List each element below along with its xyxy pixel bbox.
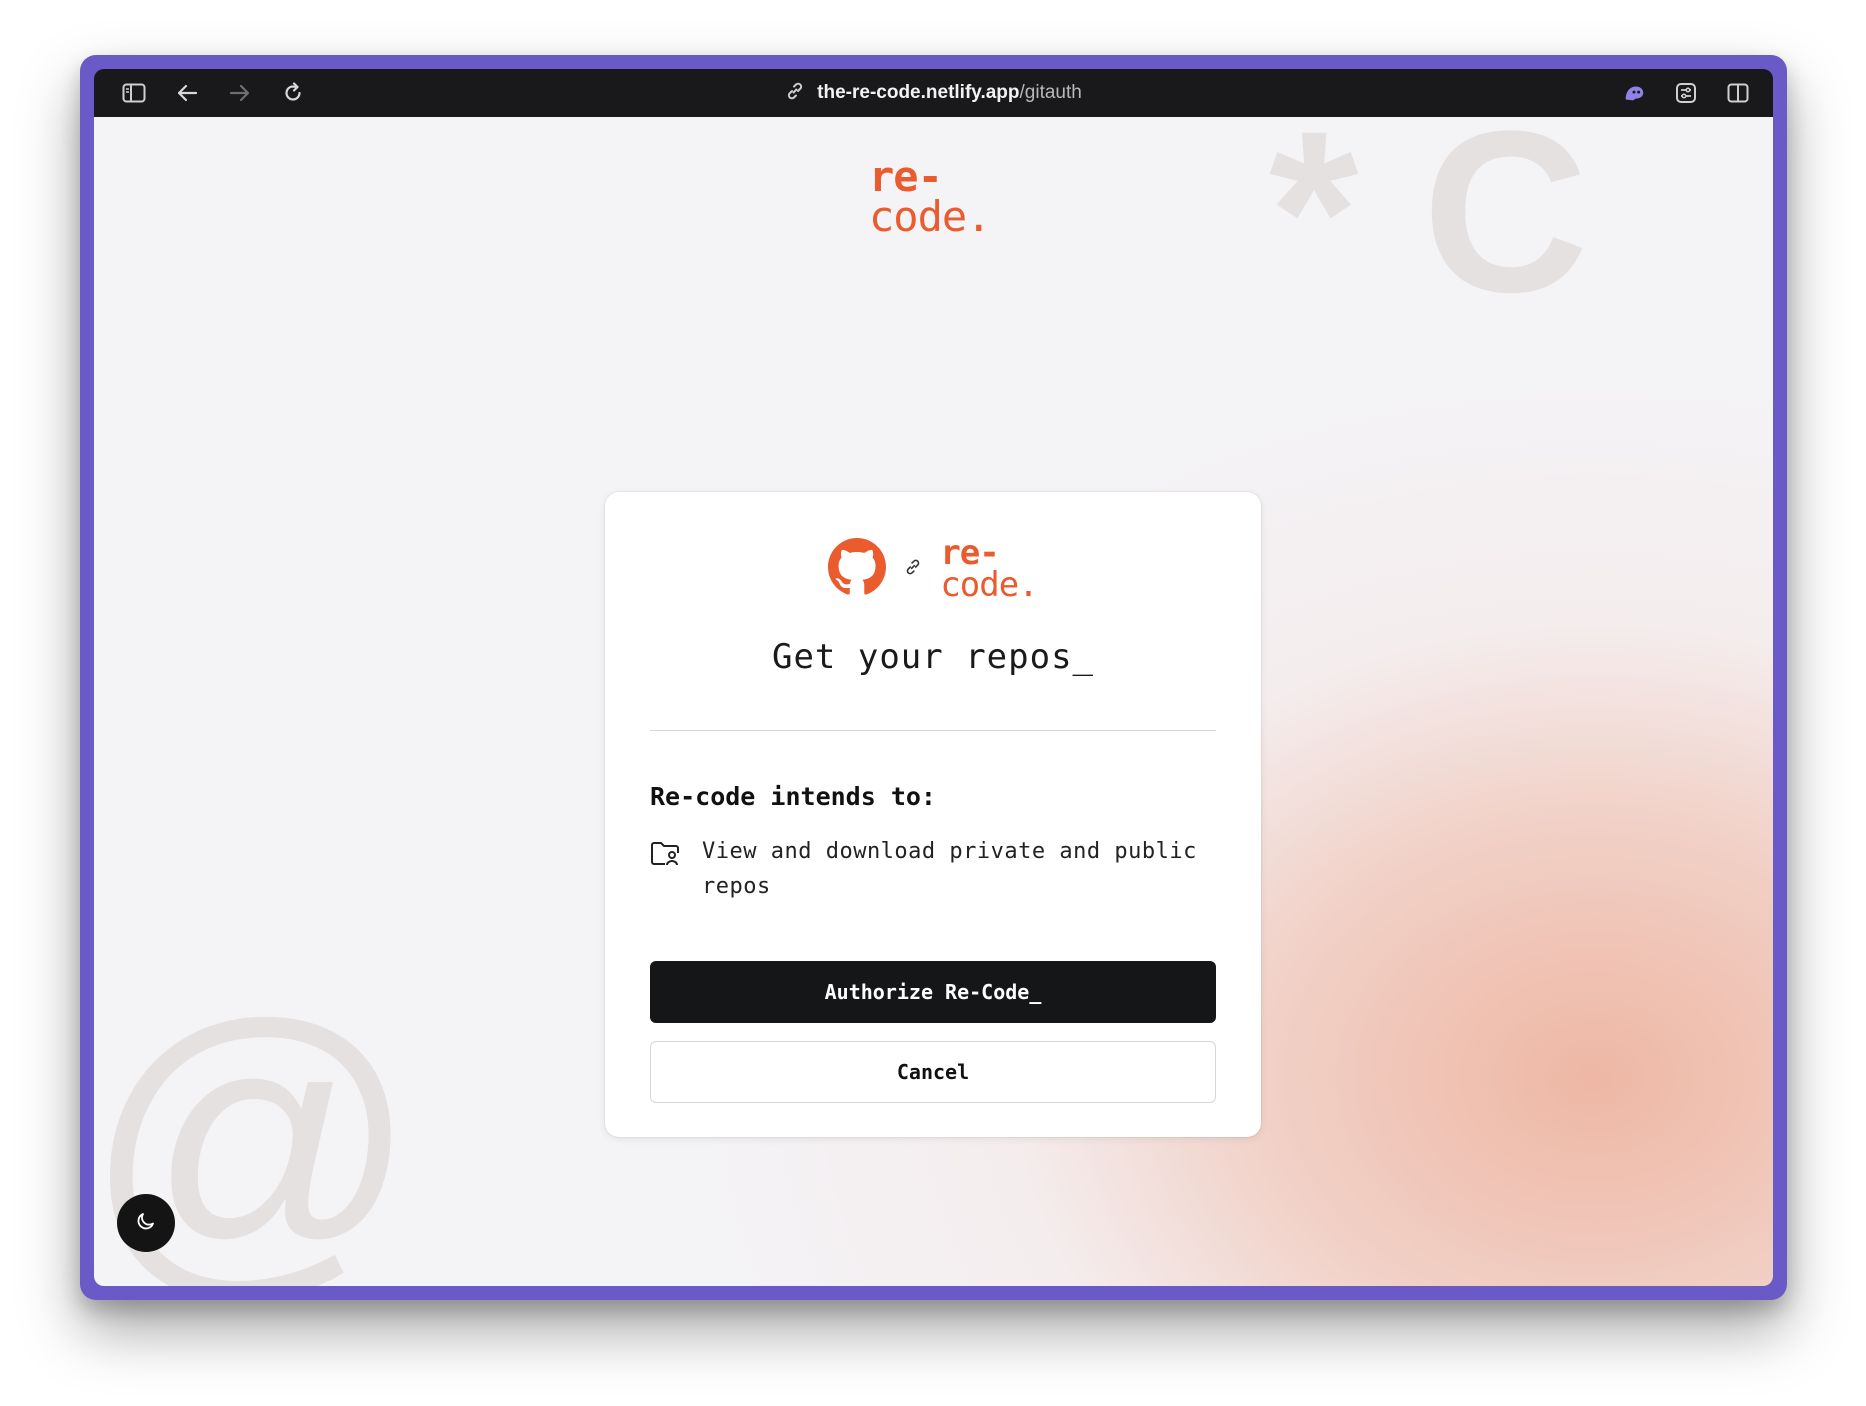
forward-arrow-icon[interactable] <box>228 81 252 105</box>
extension-icon[interactable] <box>1622 81 1646 105</box>
page-viewport: * C @ re- code. re- code. Get your repos… <box>94 117 1773 1286</box>
browser-toolbar: the-re-code.netlify.app/gitauth <box>94 69 1773 117</box>
card-logo: re- code. <box>940 536 1038 605</box>
logo-line-2: code. <box>869 191 991 241</box>
permission-item: View and download private and public rep… <box>650 834 1220 904</box>
cancel-button[interactable]: Cancel <box>650 1041 1216 1103</box>
folder-person-icon <box>650 840 682 872</box>
header-logo[interactable]: re- code. <box>869 152 991 241</box>
permission-text: View and download private and public rep… <box>702 839 1197 899</box>
theme-toggle-button[interactable] <box>117 1194 175 1252</box>
intends-heading: Re-code intends to: <box>650 782 936 811</box>
link-icon <box>904 558 922 580</box>
address-bar[interactable]: the-re-code.netlify.app/gitauth <box>817 82 1082 104</box>
divider <box>650 730 1216 731</box>
reload-icon[interactable] <box>281 81 305 105</box>
github-icon <box>828 538 887 600</box>
card-logo-line-2: code. <box>940 565 1038 605</box>
background-decoration: * C <box>1269 117 1589 340</box>
settings-icon[interactable] <box>1674 81 1698 105</box>
moon-icon <box>135 1210 157 1236</box>
auth-card: re- code. Get your repos_ Re-code intend… <box>605 492 1261 1137</box>
authorize-button[interactable]: Authorize Re-Code_ <box>650 961 1216 1023</box>
card-logos: re- code. <box>605 534 1261 604</box>
sidebar-icon[interactable] <box>122 81 146 105</box>
link-icon <box>785 81 805 105</box>
split-view-icon[interactable] <box>1726 81 1750 105</box>
logo-line-1: re- <box>869 152 943 201</box>
browser-window: the-re-code.netlify.app/gitauth * C @ re… <box>80 55 1787 1300</box>
back-arrow-icon[interactable] <box>175 81 199 105</box>
card-title: Get your repos_ <box>771 637 1095 677</box>
